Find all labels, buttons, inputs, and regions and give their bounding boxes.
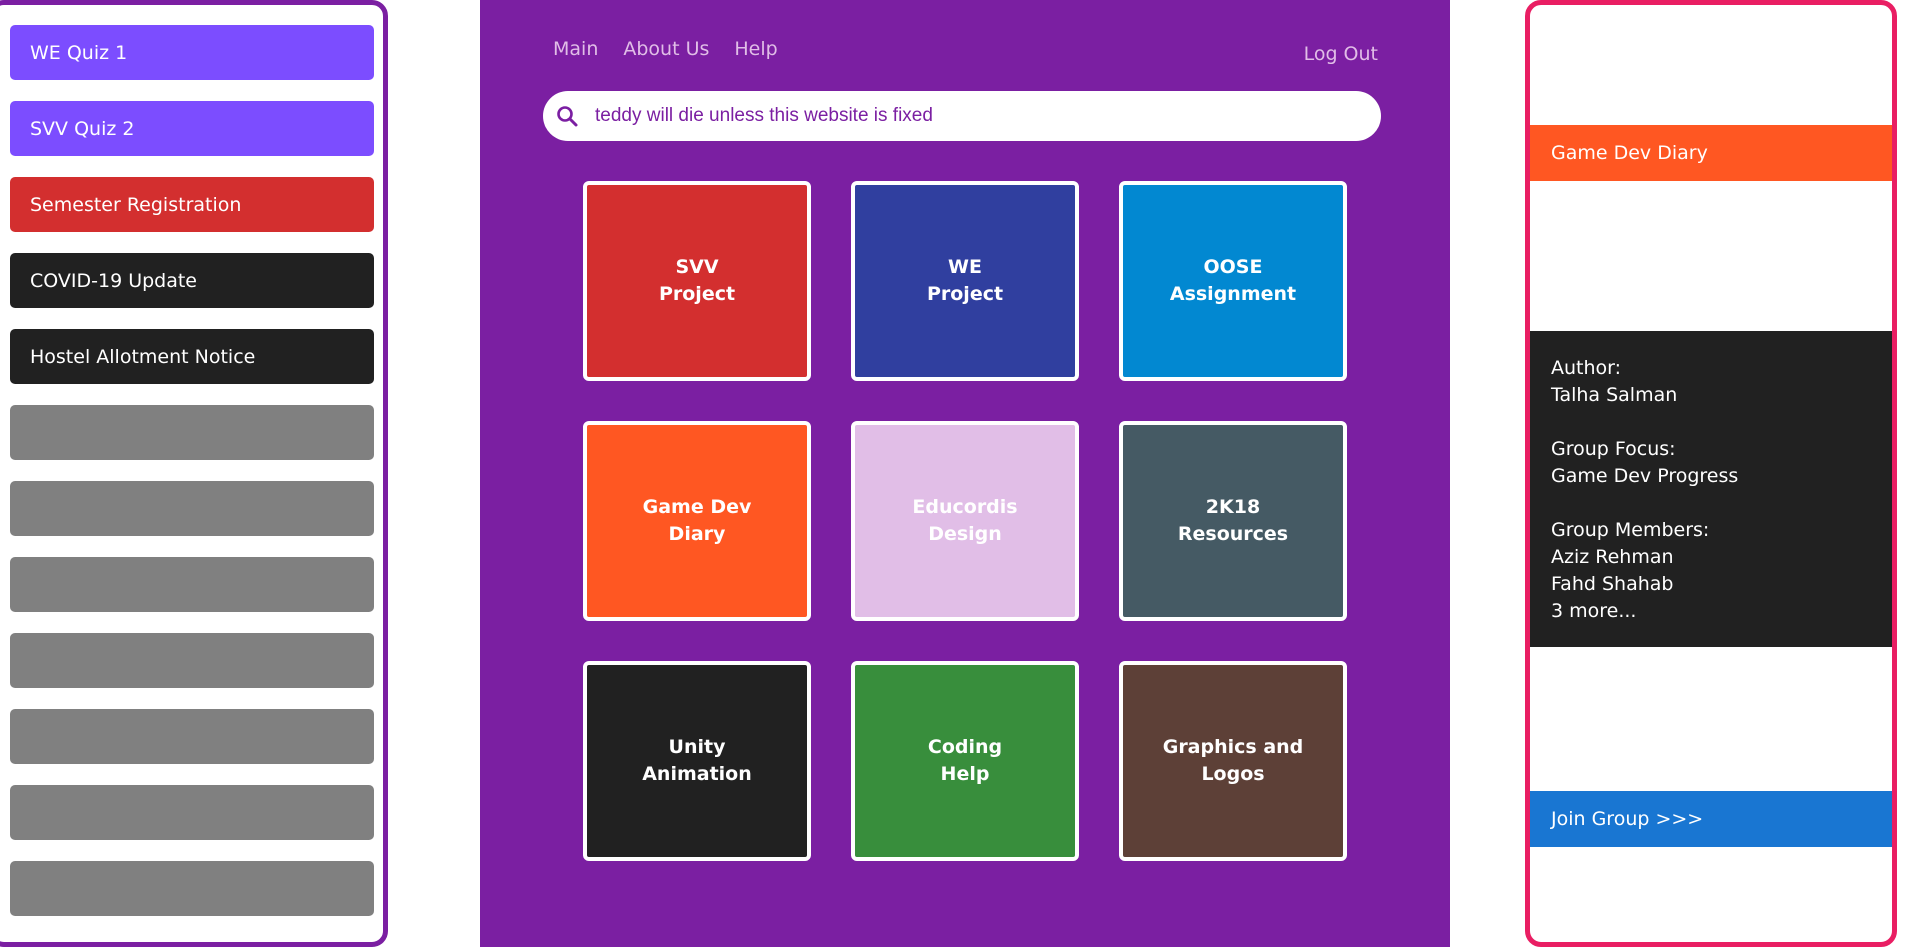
group-tile[interactable]: WE Project [851,181,1079,381]
group-title: Game Dev Diary [1530,125,1892,181]
group-info-card: Author: Talha Salman Group Focus: Game D… [1530,331,1892,647]
search-icon[interactable] [553,102,581,130]
notices-panel: WE Quiz 1 SVV Quiz 2 Semester Registration… [0,0,388,947]
group-tile[interactable]: Graphics and Logos [1119,661,1347,861]
focus-value: Game Dev Progress [1551,465,1739,487]
author-label: Author: [1551,357,1622,379]
group-details-panel: Game Dev Diary Author: Talha Salman Grou… [1525,0,1897,947]
main-area: Main About Us Help Log Out SVV ProjectWE… [480,0,1450,947]
more-members: 3 more... [1551,600,1637,622]
empty-notice-slot[interactable] [10,557,374,612]
notice-item[interactable]: Semester Registration [10,177,374,232]
group-tile[interactable]: SVV Project [583,181,811,381]
search-bar [543,91,1381,141]
group-tile[interactable]: 2K18 Resources [1119,421,1347,621]
group-tiles-grid: SVV Project WE Project OOSE Assignment Game… [583,181,1347,861]
group-tile[interactable]: Coding Help [851,661,1079,861]
notices-list: WE Quiz 1 SVV Quiz 2 Semester Registration… [10,25,374,937]
empty-notice-slot[interactable] [10,405,374,460]
focus-label: Group Focus: [1551,438,1676,460]
member-name: Fahd Shahab [1551,573,1674,595]
logout-link[interactable]: Log Out [1304,43,1378,65]
join-group-button[interactable]: Join Group >>> [1530,791,1892,847]
nav-main[interactable]: Main [553,38,598,60]
notice-item[interactable]: SVV Quiz 2 [10,101,374,156]
notice-item[interactable]: COVID-19 Update [10,253,374,308]
nav-about-us[interactable]: About Us [623,38,709,60]
notice-item[interactable]: Hostel Allotment Notice [10,329,374,384]
search-input[interactable] [593,104,1357,128]
empty-notice-slot[interactable] [10,633,374,688]
empty-notice-slot[interactable] [10,709,374,764]
empty-notice-slot[interactable] [10,861,374,916]
member-name: Aziz Rehman [1551,546,1674,568]
group-tile[interactable]: Educordis Design [851,421,1079,621]
group-tile[interactable]: Game Dev Diary [583,421,811,621]
author-name: Talha Salman [1551,384,1678,406]
empty-notice-slot[interactable] [10,481,374,536]
top-nav: Main About Us Help [553,38,803,60]
group-tile[interactable]: OOSE Assignment [1119,181,1347,381]
notice-item[interactable]: WE Quiz 1 [10,25,374,80]
members-label: Group Members: [1551,519,1710,541]
empty-notice-slot[interactable] [10,785,374,840]
group-tile[interactable]: Unity Animation [583,661,811,861]
nav-help[interactable]: Help [734,38,777,60]
